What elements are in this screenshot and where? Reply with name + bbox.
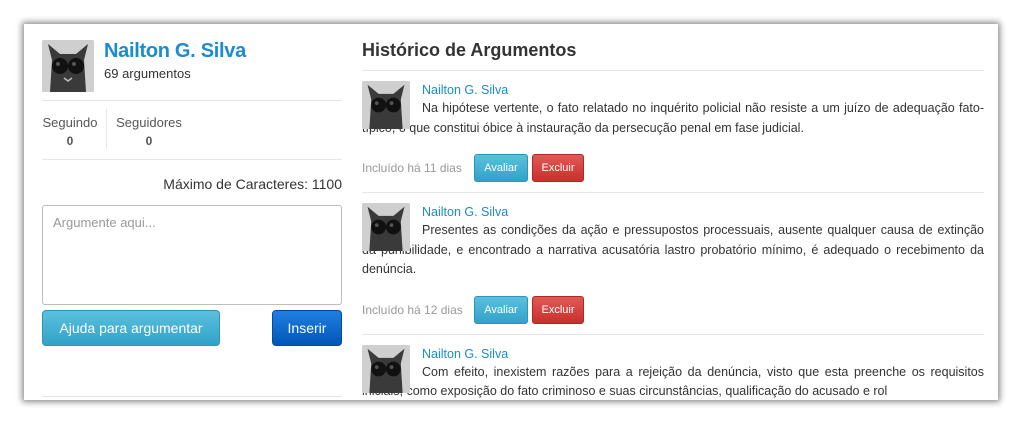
argument-item: Nailton G. Silva Presentes as condições … bbox=[362, 193, 984, 335]
cat-avatar-icon bbox=[362, 203, 410, 251]
help-button[interactable]: Ajuda para argumentar bbox=[42, 310, 220, 346]
argument-author[interactable]: Nailton G. Silva bbox=[422, 347, 508, 361]
profile-header: Nailton G. Silva 69 argumentos bbox=[42, 40, 342, 100]
included-time: Incluído há 12 dias bbox=[362, 302, 463, 317]
evaluate-button[interactable]: Avaliar bbox=[474, 295, 528, 324]
composer-actions: Ajuda para argumentar Inserir bbox=[42, 310, 342, 350]
profile-name[interactable]: Nailton G. Silva bbox=[104, 40, 246, 63]
max-characters: Máximo de Caracteres: 1100 bbox=[163, 176, 342, 192]
followers-stat[interactable]: Seguidores 0 bbox=[116, 115, 182, 148]
avatar[interactable] bbox=[362, 81, 410, 129]
following-value: 0 bbox=[66, 134, 74, 148]
argument-author[interactable]: Nailton G. Silva bbox=[422, 205, 508, 219]
stat-separator bbox=[106, 109, 107, 149]
following-label: Seguindo bbox=[42, 115, 98, 130]
argument-meta: Incluído há 11 dias Avaliar Excluir bbox=[362, 154, 984, 184]
divider bbox=[42, 159, 342, 160]
insert-button[interactable]: Inserir bbox=[272, 310, 342, 346]
avatar[interactable] bbox=[362, 344, 410, 393]
argument-meta: Incluído há 12 dias Avaliar Excluir bbox=[362, 295, 984, 326]
avatar[interactable] bbox=[362, 203, 410, 251]
history-panel: Histórico de Argumentos Nailton G. Silva… bbox=[362, 40, 984, 400]
cat-avatar-icon bbox=[362, 81, 410, 129]
argument-item: Nailton G. Silva Na hipótese vertente, o… bbox=[362, 71, 984, 193]
cat-avatar-icon bbox=[42, 40, 94, 92]
delete-button[interactable]: Excluir bbox=[532, 295, 584, 324]
included-time: Incluído há 11 dias bbox=[362, 161, 462, 175]
following-stat[interactable]: Seguindo 0 bbox=[42, 115, 98, 148]
argument-author[interactable]: Nailton G. Silva bbox=[422, 83, 508, 97]
avatar[interactable] bbox=[42, 40, 94, 92]
profile-panel: Nailton G. Silva 69 argumentos Seguindo … bbox=[42, 40, 342, 397]
followers-value: 0 bbox=[145, 134, 153, 148]
cat-avatar-icon bbox=[362, 344, 410, 393]
argument-item: Nailton G. Silva Com efeito, inexistem r… bbox=[362, 335, 984, 401]
argument-count: 69 argumentos bbox=[104, 66, 191, 81]
delete-button[interactable]: Excluir bbox=[532, 154, 584, 182]
history-title: Histórico de Argumentos bbox=[362, 40, 984, 71]
followers-label: Seguidores bbox=[116, 115, 182, 130]
argument-textarea[interactable] bbox=[42, 205, 342, 305]
follow-stats: Seguindo 0 Seguidores 0 bbox=[42, 101, 342, 159]
evaluate-button[interactable]: Avaliar bbox=[474, 154, 528, 182]
page-frame: Nailton G. Silva 69 argumentos Seguindo … bbox=[24, 24, 998, 400]
divider bbox=[42, 396, 342, 397]
argument-text: Na hipótese vertente, o fato relatado no… bbox=[362, 101, 984, 135]
argument-text: Com efeito, inexistem razões para a reje… bbox=[362, 364, 984, 399]
